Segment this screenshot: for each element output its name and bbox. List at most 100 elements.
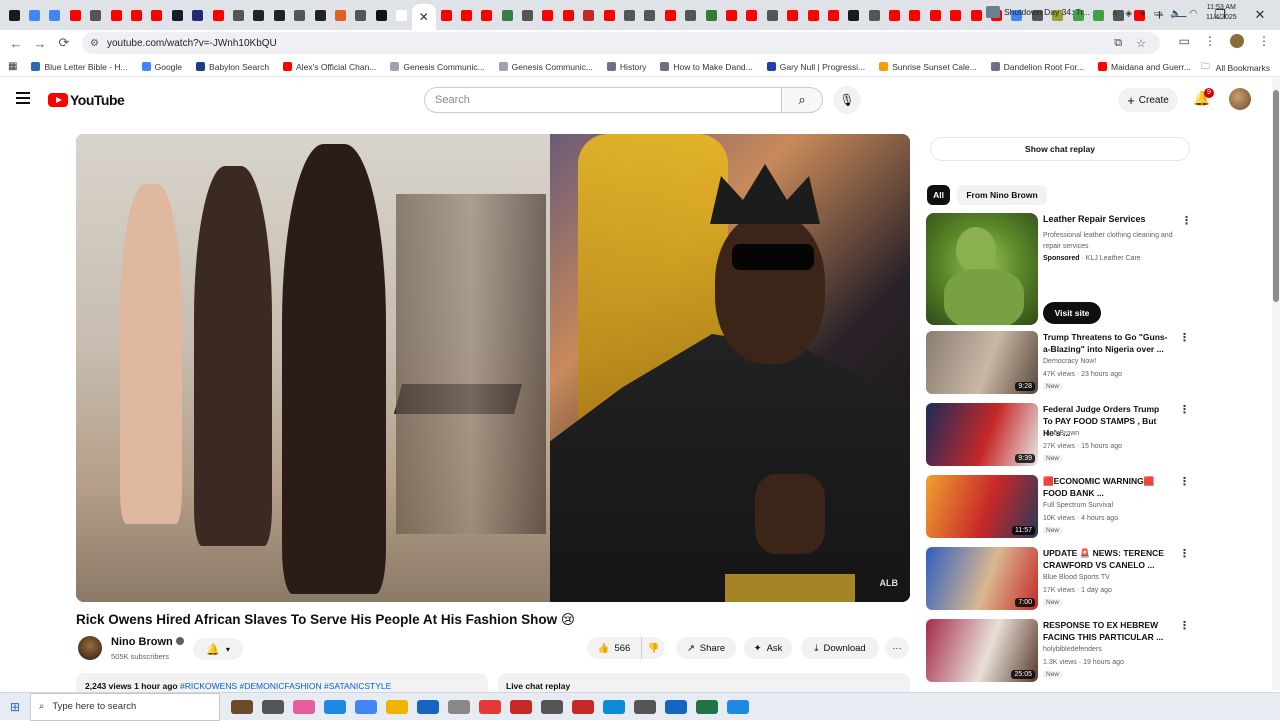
browser-tab[interactable] [310,3,330,27]
browser-tab[interactable] [946,3,966,27]
taskbar-app-icon[interactable] [726,699,749,714]
extensions-icon[interactable]: ⋮ [1204,34,1216,48]
forward-icon[interactable]: → [28,36,52,51]
visit-site-button[interactable]: Visit site [1043,302,1101,324]
browser-tab[interactable] [24,3,44,27]
bookmark-item[interactable]: Alex's Official Chan... [283,62,376,72]
video-thumbnail[interactable]: 11:57 [926,475,1038,538]
site-info-icon[interactable]: ⚙ [90,38,99,49]
bookmark-star-icon[interactable]: ☆ [1136,37,1146,50]
taskbar-search-input[interactable]: ⌕ Type here to search [30,692,220,721]
browser-tab[interactable] [86,3,106,27]
recommended-video[interactable]: 9:39 Federal Judge Orders Trump To PAY FO… [926,403,1190,467]
taskbar-app-icon[interactable] [478,699,501,714]
browser-tab[interactable] [1088,3,1108,27]
browser-tab[interactable] [65,3,85,27]
page-scrollbar-thumb[interactable] [1273,90,1279,302]
bookmark-item[interactable]: Genesis Communic... [390,62,485,72]
search-button[interactable]: ⌕ [781,87,823,113]
tray-chevron-icon[interactable]: ˄ [1112,8,1117,19]
side-panel-icon[interactable]: ▭ [1179,34,1190,48]
taskbar-app-icon[interactable] [292,699,315,714]
video-title[interactable]: 🟥ECONOMIC WARNING🟥FOOD BANK ... [1043,475,1171,499]
video-channel[interactable]: Nino Brown [1043,430,1079,437]
video-title[interactable]: RESPONSE TO EX HEBREW FACING THIS PARTIC… [1043,619,1171,643]
back-icon[interactable]: ← [4,36,28,51]
more-actions-button[interactable]: ··· [885,637,909,659]
browser-tab[interactable] [228,3,248,27]
account-avatar[interactable] [1229,88,1251,110]
dislike-button[interactable]: 👎 [641,637,665,659]
tab-close-icon[interactable]: ✕ [419,10,429,24]
browser-tab[interactable] [721,3,741,27]
news-widget[interactable]: Shutdown Day 34: Tr... [986,6,1090,18]
more-options-icon[interactable]: ⋮ [1179,547,1190,560]
browser-tab[interactable] [147,3,167,27]
taskbar-app-icon[interactable] [664,699,687,714]
browser-tab[interactable] [660,3,680,27]
ask-button[interactable]: ✦ Ask [744,637,792,659]
ad-thumbnail[interactable] [926,213,1038,325]
hashtags[interactable]: #RICKOWENS #DEMONICFASHION #SATANICSTYLE [180,681,391,691]
browser-tab[interactable] [517,3,537,27]
video-player[interactable]: ALB [76,134,910,602]
browser-tab[interactable] [126,3,146,27]
voice-search-button[interactable]: 🎙 [833,86,861,114]
video-thumbnail[interactable]: 25:05 [926,619,1038,682]
browser-tab[interactable] [4,3,24,27]
more-options-icon[interactable]: ⋮ [1179,331,1190,344]
ad-title[interactable]: Leather Repair Services [1043,214,1146,224]
active-browser-tab[interactable]: ✕ [411,4,436,30]
like-button[interactable]: 👍 566 [587,637,641,659]
recommended-video[interactable]: 7:00 UPDATE 🚨 NEWS: TERENCE CRAWFORD VS C… [926,547,1190,611]
taskbar-app-icon[interactable] [633,699,656,714]
browser-tab[interactable] [579,3,599,27]
video-channel[interactable]: Blue Blood Sports TV [1043,574,1110,581]
bookmark-item[interactable]: Babylon Search [196,62,269,72]
browser-menu-icon[interactable]: ⋮ [1258,34,1270,48]
subscribed-notification-button[interactable]: 🔔 ▾ [193,638,243,660]
reload-icon[interactable]: ⟳ [52,35,76,51]
browser-tab[interactable] [45,3,65,27]
address-bar[interactable]: ⚙ youtube.com/watch?v=-JWnh10KbQU ⧉ ☆ [82,32,1160,54]
taskbar-app-icon[interactable] [385,699,408,714]
browser-tab[interactable] [558,3,578,27]
browser-tab[interactable] [208,3,228,27]
browser-tab[interactable] [289,3,309,27]
channel-avatar[interactable] [78,636,102,660]
browser-tab[interactable] [782,3,802,27]
browser-tab[interactable] [188,3,208,27]
apps-grid-icon[interactable]: ▦ [8,61,17,72]
browser-tab[interactable] [269,3,289,27]
taskbar-app-icon[interactable] [602,699,625,714]
browser-tab[interactable] [477,3,497,27]
recommended-video[interactable]: 25:05 RESPONSE TO EX HEBREW FACING THIS P… [926,619,1190,683]
bookmark-item[interactable]: Genesis Communic... [498,62,593,72]
microphone-icon[interactable]: ● [1140,8,1145,19]
battery-icon[interactable]: ▭ [1154,8,1163,19]
bookmark-item[interactable]: History [606,62,646,72]
browser-tab[interactable] [803,3,823,27]
bookmark-item[interactable]: Blue Letter Bible - H... [31,62,128,72]
browser-tab[interactable] [497,3,517,27]
video-thumbnail[interactable]: 9:28 [926,331,1038,394]
taskbar-app-icon[interactable] [540,699,563,714]
video-title[interactable]: Trump Threatens to Go "Guns-a-Blazing" i… [1043,331,1171,355]
menu-icon[interactable] [16,92,30,107]
share-button[interactable]: ↗ Share [676,637,736,659]
video-channel[interactable]: Democracy Now! [1043,358,1096,365]
search-input[interactable]: Search [424,87,782,113]
browser-tab[interactable] [823,3,843,27]
bookmark-item[interactable]: How to Make Dand... [660,62,753,72]
bookmark-item[interactable]: Google [141,62,182,72]
recommended-video[interactable]: 11:57 🟥ECONOMIC WARNING🟥FOOD BANK ... Full… [926,475,1190,539]
clock[interactable]: 11:53 AM 11/4/2025 [1206,3,1237,23]
browser-tab[interactable] [742,3,762,27]
install-app-icon[interactable]: ⧉ [1114,37,1122,50]
browser-tab[interactable] [436,3,456,27]
browser-tab[interactable] [925,3,945,27]
more-options-icon[interactable]: ⋮ [1179,475,1190,488]
browser-tab[interactable] [599,3,619,27]
taskbar-app-icon[interactable] [509,699,532,714]
bookmark-item[interactable]: Sunrise Sunset Cale... [879,62,977,72]
